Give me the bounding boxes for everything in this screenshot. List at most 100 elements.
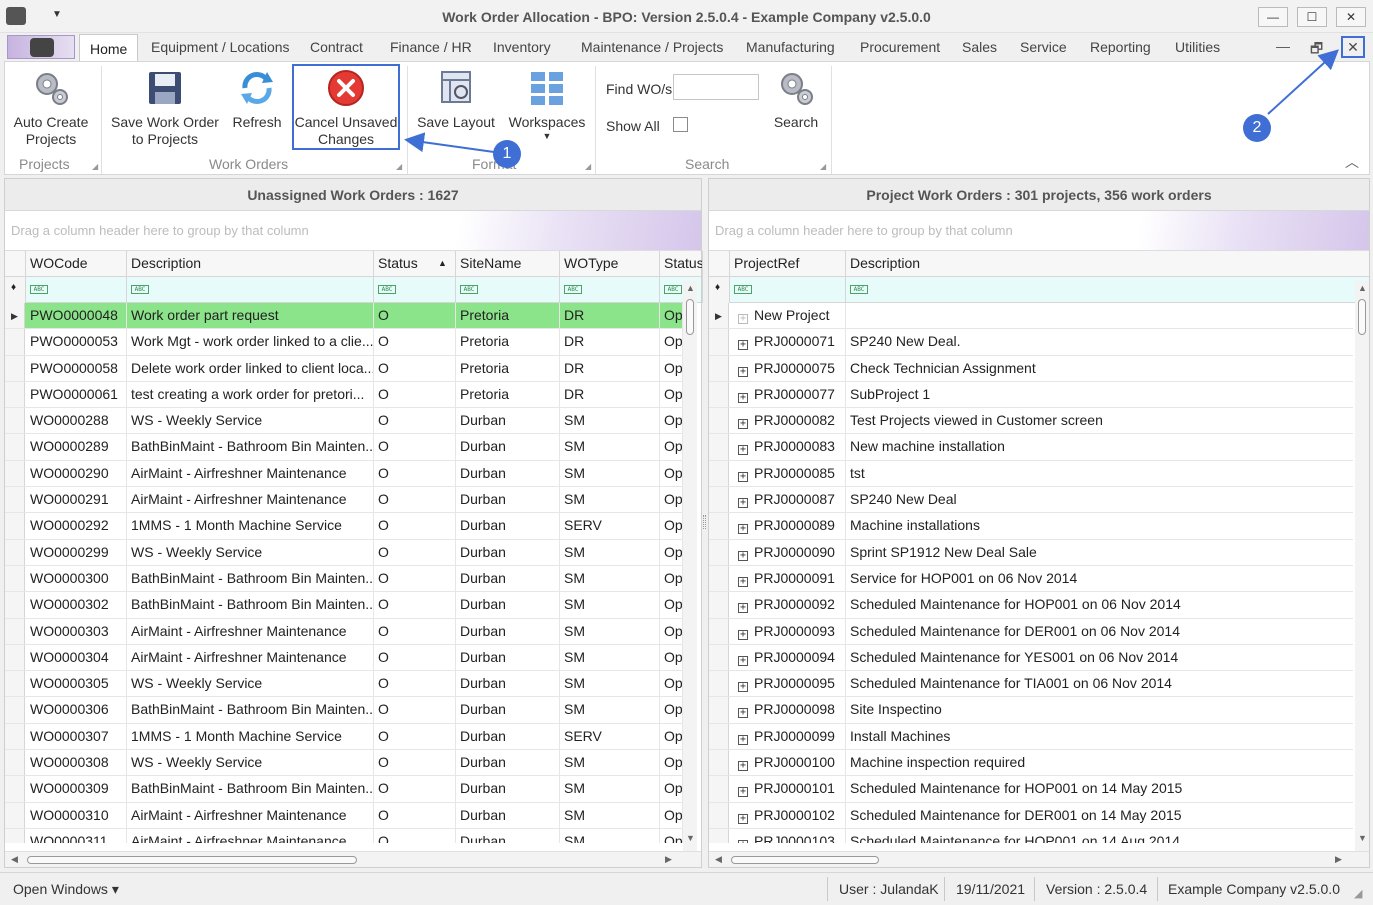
cancel-unsaved-changes-button[interactable]: Cancel Unsaved Changes — [294, 68, 398, 148]
cell-description[interactable]: BathBinMaint - Bathroom Bin Mainten... — [127, 592, 374, 619]
filter-cell-sitename[interactable]: ABC — [456, 277, 560, 303]
tab-service[interactable]: Service — [1020, 39, 1067, 55]
cell-status-2[interactable]: Op — [660, 487, 683, 514]
table-row[interactable]: WO0000304 AirMaint - Airfreshner Maintena… — [5, 644, 683, 672]
left-vertical-scrollbar[interactable]: ▲ ▼ — [683, 281, 697, 851]
table-row[interactable]: + PRJ0000103 Scheduled Maintenance for HOP… — [709, 828, 1353, 843]
cell-wocode[interactable]: PWO0000061 — [26, 381, 127, 408]
cell-status-2[interactable]: Op — [660, 592, 683, 619]
left-group-panel[interactable]: Drag a column header here to group by th… — [5, 211, 701, 251]
cell-description[interactable]: WS - Weekly Service — [127, 671, 374, 698]
mdi-minimize-button[interactable]: — — [1276, 38, 1290, 54]
row-indicator[interactable] — [5, 565, 25, 592]
cell-projectref[interactable]: + PRJ0000100 — [730, 750, 846, 777]
cell-description[interactable]: WS - Weekly Service — [127, 750, 374, 777]
mdi-restore-button[interactable]: 🗗 — [1310, 38, 1323, 62]
cell-status[interactable]: O — [374, 513, 456, 540]
tab-sales[interactable]: Sales — [962, 39, 997, 55]
cell-description[interactable] — [846, 303, 1353, 329]
table-row[interactable]: WO0000307 1MMS - 1 Month Machine Service O… — [5, 723, 683, 751]
cell-wotype[interactable]: SM — [560, 750, 660, 777]
cell-wotype[interactable]: SM — [560, 487, 660, 514]
cell-sitename[interactable]: Durban — [456, 802, 560, 829]
cell-description[interactable]: BathBinMaint - Bathroom Bin Mainten... — [127, 434, 374, 461]
tab-home[interactable]: Home — [79, 34, 139, 62]
row-indicator[interactable] — [709, 487, 729, 513]
cell-wocode[interactable]: WO0000311 — [26, 828, 127, 843]
cell-projectref[interactable]: + PRJ0000071 — [730, 329, 846, 356]
table-row[interactable]: + PRJ0000075 Check Technician Assignment — [709, 355, 1353, 382]
table-row[interactable]: PWO0000053 Work Mgt - work order linked t… — [5, 329, 683, 356]
cell-projectref[interactable]: + PRJ0000103 — [730, 828, 846, 843]
cell-description[interactable]: Check Technician Assignment — [846, 356, 1353, 382]
table-row[interactable]: + PRJ0000095 Scheduled Maintenance for TIA… — [709, 671, 1353, 698]
cell-projectref[interactable]: + PRJ0000099 — [730, 723, 846, 750]
expand-row-icon[interactable]: + — [738, 524, 748, 535]
cell-description[interactable]: Scheduled Maintenance for HOP001 on 14 M… — [846, 776, 1353, 802]
application-menu-button[interactable] — [7, 35, 75, 59]
cell-sitename[interactable]: Durban — [456, 644, 560, 671]
row-indicator[interactable] — [5, 513, 25, 539]
table-row[interactable]: + PRJ0000092 Scheduled Maintenance for HOP… — [709, 592, 1353, 619]
cell-projectref[interactable]: + PRJ0000082 — [730, 408, 846, 435]
row-indicator[interactable] — [709, 434, 729, 460]
table-row[interactable]: + PRJ0000083 New machine installation — [709, 434, 1353, 461]
cell-description[interactable]: WS - Weekly Service — [127, 408, 374, 435]
cell-wotype[interactable]: SM — [560, 592, 660, 619]
cell-wocode[interactable]: WO0000308 — [26, 750, 127, 777]
table-row[interactable]: + PRJ0000098 Site Inspectino — [709, 697, 1353, 724]
right-horizontal-scrollbar[interactable]: ◀ ▶ — [709, 851, 1369, 867]
cell-description[interactable]: SP240 New Deal. — [846, 329, 1353, 355]
tab-equipment-locations[interactable]: Equipment / Locations — [151, 39, 290, 55]
row-indicator[interactable] — [5, 671, 25, 697]
row-indicator[interactable] — [709, 750, 729, 776]
right-group-panel[interactable]: Drag a column header here to group by th… — [709, 211, 1369, 251]
cell-wotype[interactable]: DR — [560, 381, 660, 408]
row-indicator-icon[interactable]: ▶ — [5, 303, 25, 329]
table-row[interactable]: WO0000308 WS - Weekly Service O Durban SM Op — [5, 750, 683, 777]
expand-row-icon[interactable]: + — [738, 445, 748, 456]
expand-row-icon[interactable]: + — [738, 734, 748, 745]
cell-description[interactable]: test creating a work order for pretori..… — [127, 381, 374, 408]
cell-sitename[interactable]: Pretoria — [456, 329, 560, 356]
table-row[interactable]: WO0000302 BathBinMaint - Bathroom Bin Mai… — [5, 592, 683, 619]
group-launcher-icon[interactable]: ◢ — [585, 162, 591, 171]
refresh-button[interactable]: Refresh — [227, 68, 287, 131]
cell-description[interactable]: Service for HOP001 on 06 Nov 2014 — [846, 566, 1353, 592]
cell-status[interactable]: O — [374, 329, 456, 356]
row-indicator[interactable] — [709, 697, 729, 723]
window-minimize-button[interactable]: — — [1258, 7, 1288, 27]
row-indicator[interactable] — [5, 487, 25, 513]
cell-projectref[interactable]: + PRJ0000083 — [730, 434, 846, 461]
cell-status-2[interactable]: Op — [660, 355, 683, 382]
cell-status[interactable]: O — [374, 434, 456, 461]
cell-status-2[interactable]: Op — [660, 802, 683, 829]
show-all-checkbox[interactable] — [673, 117, 688, 132]
cell-description[interactable]: 1MMS - 1 Month Machine Service — [127, 723, 374, 750]
cell-wocode[interactable]: WO0000307 — [26, 723, 127, 750]
save-layout-button[interactable]: Save Layout — [413, 68, 499, 131]
table-row[interactable]: + PRJ0000100 Machine inspection required — [709, 750, 1353, 777]
cell-description[interactable]: AirMaint - Airfreshner Maintenance — [127, 460, 374, 487]
cell-status[interactable]: O — [374, 460, 456, 487]
row-indicator[interactable] — [709, 539, 729, 565]
cell-status[interactable]: O — [374, 802, 456, 829]
row-indicator[interactable] — [5, 434, 25, 460]
cell-status-2[interactable]: Op — [660, 329, 683, 356]
filter-cell-status[interactable]: ABC — [374, 277, 456, 303]
filter-cell-description[interactable]: ABC — [846, 277, 1357, 303]
cell-status-2[interactable]: Op — [660, 408, 683, 435]
expand-row-icon[interactable]: + — [738, 682, 748, 693]
table-row[interactable]: WO0000309 BathBinMaint - Bathroom Bin Mai… — [5, 776, 683, 803]
cell-projectref[interactable]: + PRJ0000102 — [730, 802, 846, 829]
row-indicator-icon[interactable]: ▶ — [709, 303, 729, 329]
cell-wocode[interactable]: WO0000304 — [26, 644, 127, 671]
cell-description[interactable]: Work Mgt - work order linked to a clie..… — [127, 329, 374, 356]
cell-wocode[interactable]: WO0000302 — [26, 592, 127, 619]
cell-description[interactable]: WS - Weekly Service — [127, 539, 374, 566]
group-launcher-icon[interactable]: ◢ — [92, 162, 98, 171]
cell-description[interactable]: 1MMS - 1 Month Machine Service — [127, 513, 374, 540]
cell-wotype[interactable]: SM — [560, 776, 660, 803]
cell-description[interactable]: Scheduled Maintenance for TIA001 on 06 N… — [846, 671, 1353, 697]
row-indicator[interactable] — [5, 539, 25, 565]
